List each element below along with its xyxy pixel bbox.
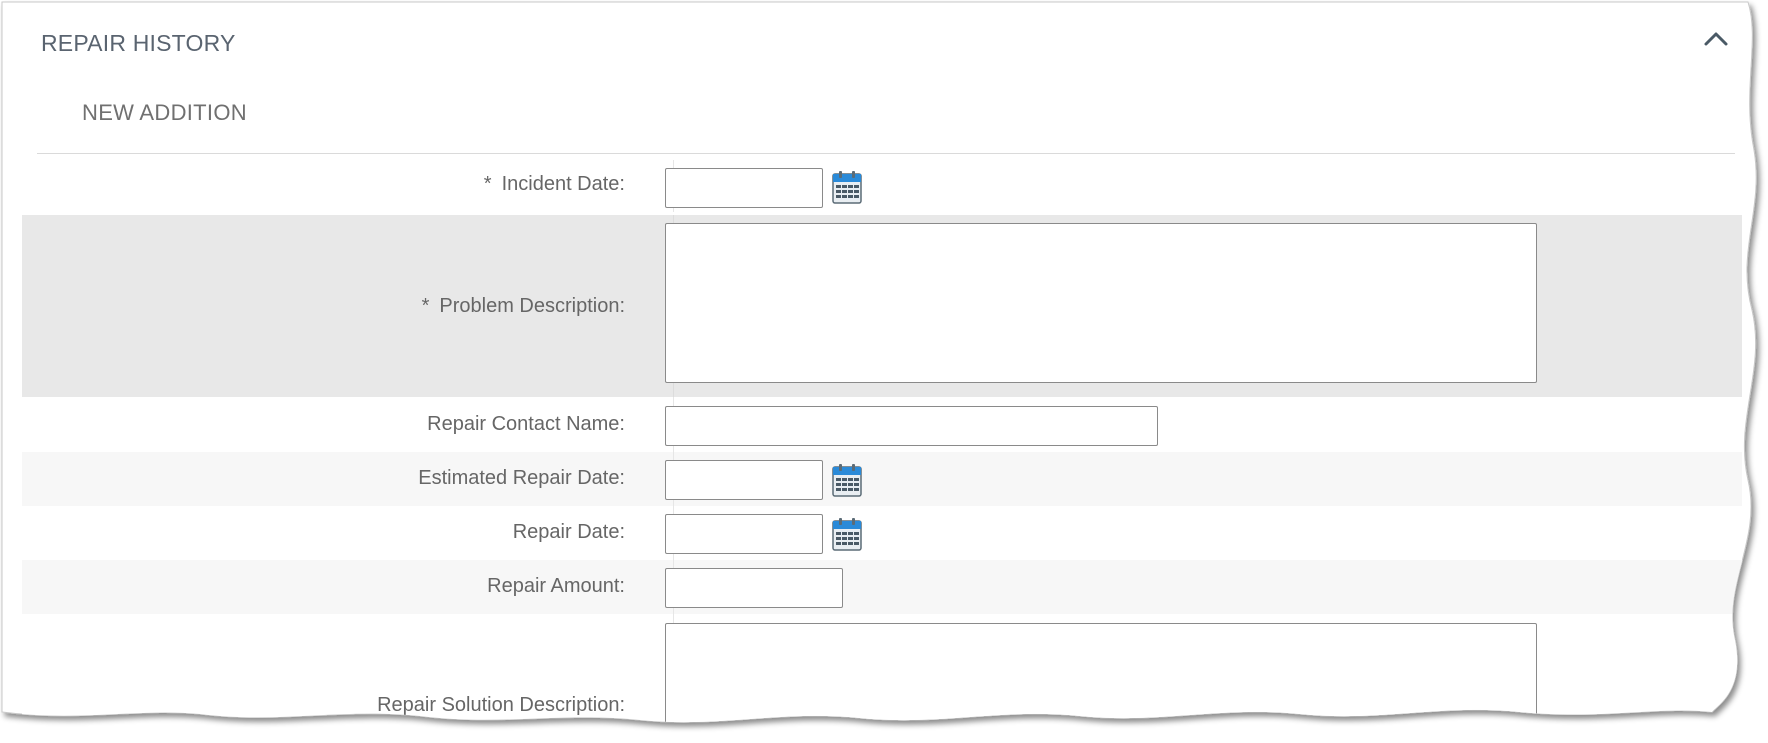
repair-solution-description-label: Repair Solution Description: — [377, 694, 625, 716]
estimated-repair-date-calendar-button[interactable] — [832, 463, 862, 497]
calendar-icon — [832, 517, 862, 551]
calendar-icon — [832, 170, 862, 204]
form-row-estimated-repair-date: Estimated Repair Date: — [22, 452, 1742, 506]
incident-date-label: * Incident Date: — [483, 173, 625, 195]
section-title: REPAIR HISTORY — [41, 30, 236, 56]
repair-amount-label: Repair Amount: — [487, 575, 625, 597]
estimated-repair-date-input[interactable] — [665, 460, 823, 500]
form-row-repair-date: Repair Date: — [22, 506, 1742, 560]
problem-description-label: * Problem Description: — [421, 295, 625, 317]
divider — [37, 153, 1735, 154]
required-marker: * — [421, 295, 430, 317]
chevron-up-icon — [1697, 24, 1735, 54]
repair-amount-input[interactable] — [665, 568, 843, 608]
repair-contact-name-input[interactable] — [665, 406, 1158, 446]
form-row-incident-date: * Incident Date: — [22, 160, 1742, 212]
repair-date-calendar-button[interactable] — [832, 517, 862, 551]
calendar-icon — [832, 463, 862, 497]
repair-date-label: Repair Date: — [512, 521, 625, 543]
repair-date-input[interactable] — [665, 514, 823, 554]
required-marker: * — [483, 173, 492, 195]
collapse-section-button[interactable] — [1697, 24, 1735, 54]
form-row-repair-amount: Repair Amount: — [22, 560, 1742, 614]
estimated-repair-date-label: Estimated Repair Date: — [418, 467, 625, 489]
incident-date-input[interactable] — [665, 168, 823, 208]
repair-history-panel: REPAIR HISTORY NEW ADDITION * Incident Da… — [0, 0, 1768, 737]
problem-description-textarea[interactable] — [665, 223, 1537, 383]
incident-date-calendar-button[interactable] — [832, 170, 862, 204]
subsection-title: NEW ADDITION — [82, 100, 247, 125]
repair-contact-name-label: Repair Contact Name: — [427, 413, 625, 435]
